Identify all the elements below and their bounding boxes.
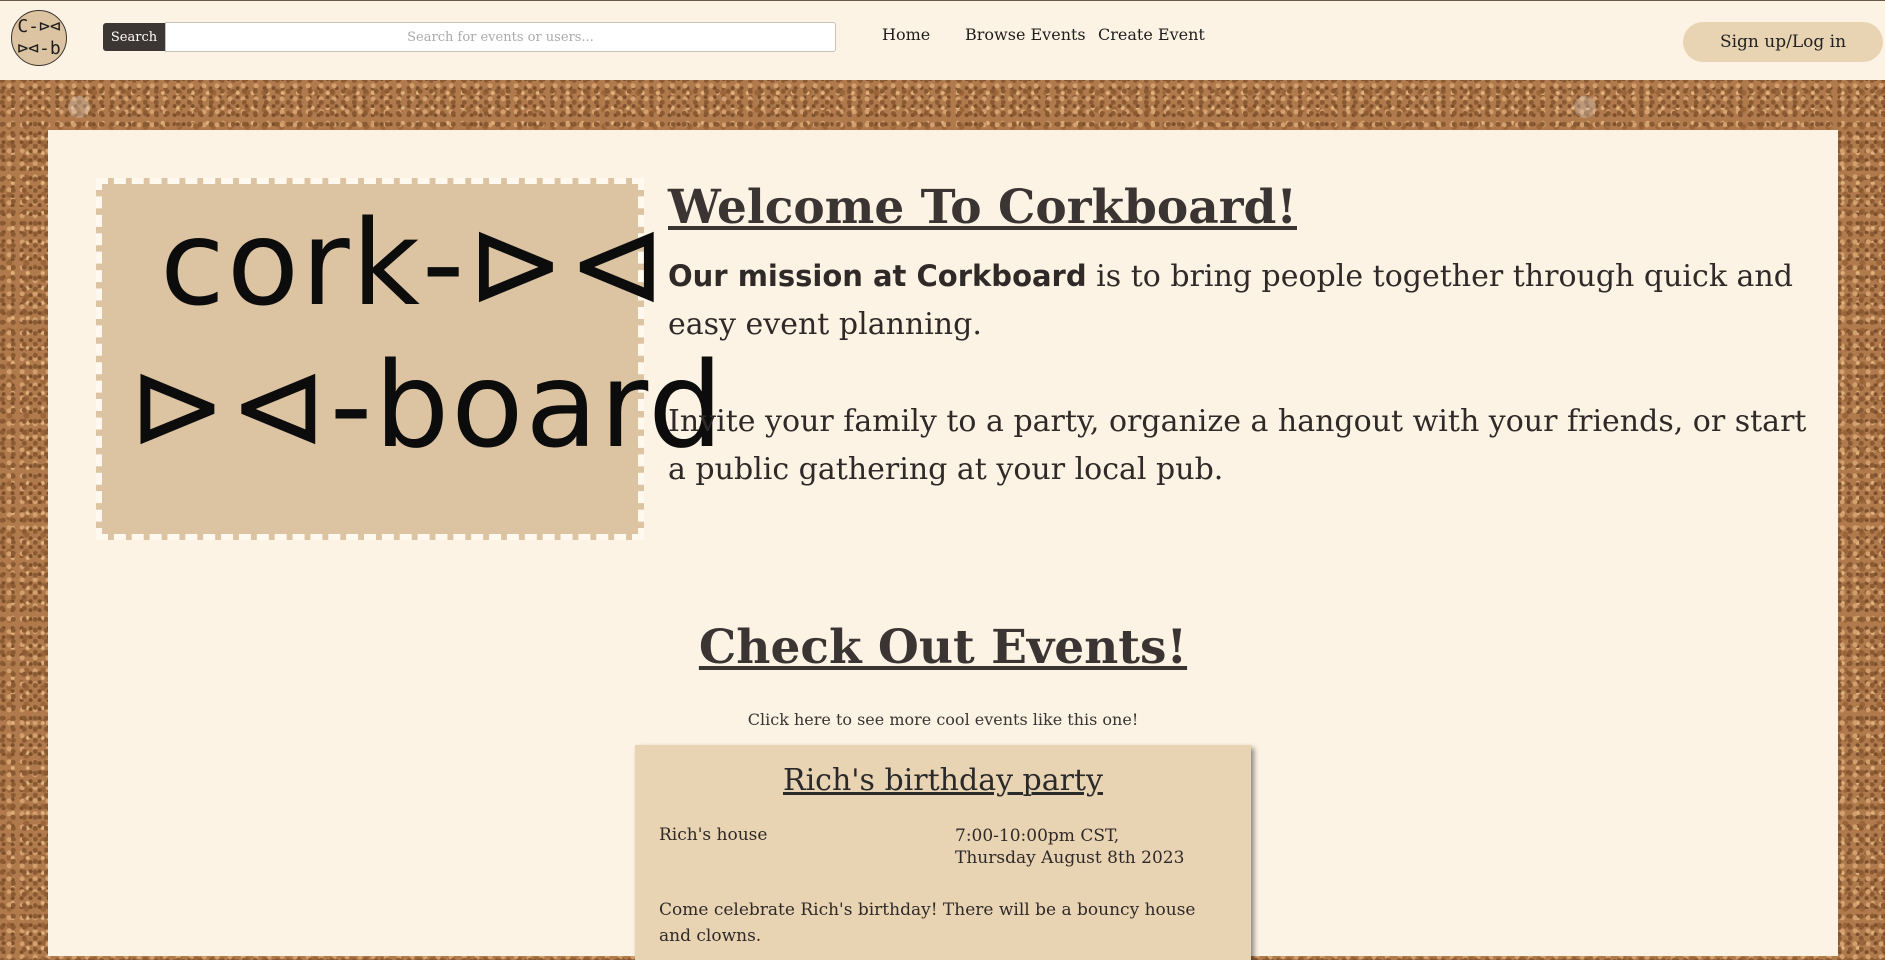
mission-bold: Our mission at Corkboard bbox=[668, 259, 1087, 293]
logo-top-text: C-⊳⊲ bbox=[17, 16, 61, 37]
search-button[interactable]: Search bbox=[103, 23, 165, 51]
invite-text: Invite your family to a party, organize … bbox=[668, 404, 1807, 487]
event-time: 7:00-10:00pm CST, Thursday August 8th 20… bbox=[955, 826, 1185, 868]
mission-text: Our mission at Corkboard is to bring peo… bbox=[668, 252, 1818, 349]
corkboard-stamp-logo: cork-⊳⊲ ⊳⊲-board bbox=[96, 178, 723, 540]
pin-icon bbox=[68, 96, 90, 118]
nav-link-create-event[interactable]: Create Event bbox=[1098, 25, 1205, 44]
page-title: Welcome To Corkboard! bbox=[668, 180, 1297, 235]
nav-link-home[interactable]: Home bbox=[882, 25, 930, 44]
stamp-logo-line1: cork-⊳⊲ bbox=[160, 194, 669, 332]
search-input[interactable] bbox=[165, 22, 836, 52]
more-events-link[interactable]: Click here to see more cool events like … bbox=[48, 710, 1838, 729]
nav-link-browse-events[interactable]: Browse Events bbox=[965, 25, 1086, 44]
event-title[interactable]: Rich's birthday party bbox=[635, 763, 1251, 798]
stamp-logo-line2: ⊳⊲-board bbox=[128, 336, 726, 474]
top-navbar: C-⊳⊲ ⊳⊲-b Search Home Browse Events Crea… bbox=[0, 0, 1885, 80]
featured-event-card[interactable]: Rich's birthday party Rich's house 7:00-… bbox=[635, 745, 1251, 960]
event-location: Rich's house bbox=[659, 825, 768, 845]
logo-bottom-text: ⊳⊲-b bbox=[17, 38, 61, 59]
pin-icon bbox=[1574, 96, 1596, 118]
main-card: cork-⊳⊲ ⊳⊲-board Welcome To Corkboard! O… bbox=[48, 130, 1838, 960]
corkboard-logo-icon[interactable]: C-⊳⊲ ⊳⊲-b bbox=[11, 10, 67, 66]
login-button[interactable]: Sign up/Log in bbox=[1683, 22, 1883, 62]
events-section-title: Check Out Events! bbox=[698, 620, 1188, 675]
event-description: Come celebrate Rich's birthday! There wi… bbox=[659, 900, 1196, 946]
